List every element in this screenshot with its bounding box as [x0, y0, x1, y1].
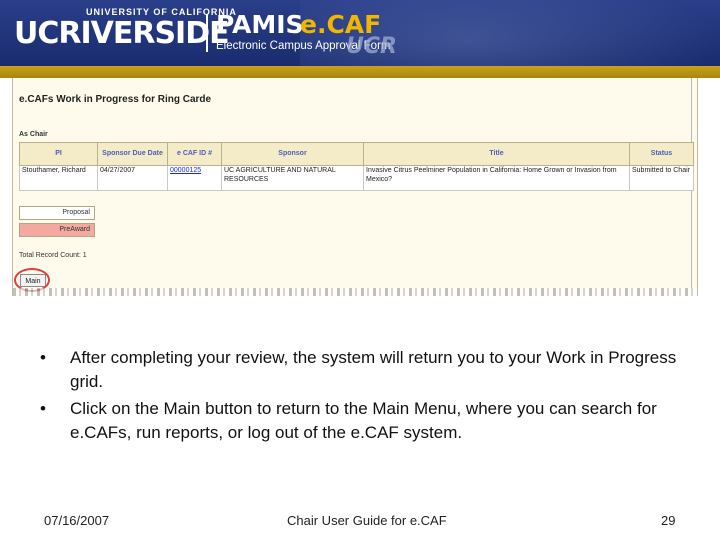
cell-status: Submitted to Chair [629, 165, 694, 191]
work-in-progress-grid: PI Sponsor Due Date e CAF ID # Sponsor T… [19, 142, 694, 191]
cell-pi: Stouthamer, Richard [19, 165, 98, 191]
bullet-text: Click on the Main button to return to th… [70, 399, 657, 442]
section-label-as-chair: As Chair [19, 131, 48, 138]
cell-title: Invasive Citrus Peelminer Population in … [363, 165, 630, 191]
header-banner: UNIVERSITY OF CALIFORNIA UCRIVERSIDE PAM… [0, 0, 720, 66]
legend-proposal: Proposal [19, 206, 95, 220]
table-row: Stouthamer, Richard 04/27/2007 00000125 … [19, 165, 694, 191]
bullet-text: After completing your review, the system… [70, 348, 677, 391]
column-header-pi[interactable]: PI [19, 142, 98, 166]
gold-divider-bar [0, 66, 720, 78]
status-legend: Proposal PreAward [19, 206, 95, 240]
screenshot-torn-edge [13, 288, 697, 296]
page-title: e.CAFs Work in Progress for Ring Carde [19, 94, 212, 105]
instruction-bullets: • After completing your review, the syst… [40, 346, 690, 448]
uc-riverside-logo: UCRIVERSIDE [14, 16, 230, 51]
bullet-dot-icon: • [40, 399, 46, 418]
pamis-logo: PAMIS [216, 10, 304, 39]
column-header-sponsor[interactable]: Sponsor [221, 142, 364, 166]
cell-sponsor: UC AGRICULTURE AND NATURAL RESOURCES [221, 165, 364, 191]
ecaf-id-link[interactable]: 00000125 [170, 167, 201, 174]
column-header-status[interactable]: Status [629, 142, 694, 166]
column-header-ecaf-id[interactable]: e CAF ID # [167, 142, 222, 166]
column-header-sponsor-due-date[interactable]: Sponsor Due Date [97, 142, 168, 166]
legend-preaward: PreAward [19, 223, 95, 237]
ucr-watermark: UCR [346, 34, 397, 59]
column-header-title[interactable]: Title [363, 142, 630, 166]
cell-ecaf-id: 00000125 [167, 165, 222, 191]
list-item: • After completing your review, the syst… [40, 346, 690, 394]
footer-date: 07/16/2007 [44, 513, 110, 528]
logo-divider [206, 14, 208, 52]
grid-header-row: PI Sponsor Due Date e CAF ID # Sponsor T… [19, 142, 694, 166]
work-in-progress-screenshot: e.CAFs Work in Progress for Ring Carde A… [12, 78, 698, 296]
cell-due-date: 04/27/2007 [97, 165, 168, 191]
page-number: 29 [661, 513, 676, 528]
bullet-dot-icon: • [40, 348, 46, 367]
list-item: • Click on the Main button to return to … [40, 397, 690, 445]
footer-title: Chair User Guide for e.CAF [287, 513, 447, 528]
total-record-count: Total Record Count: 1 [19, 252, 87, 259]
